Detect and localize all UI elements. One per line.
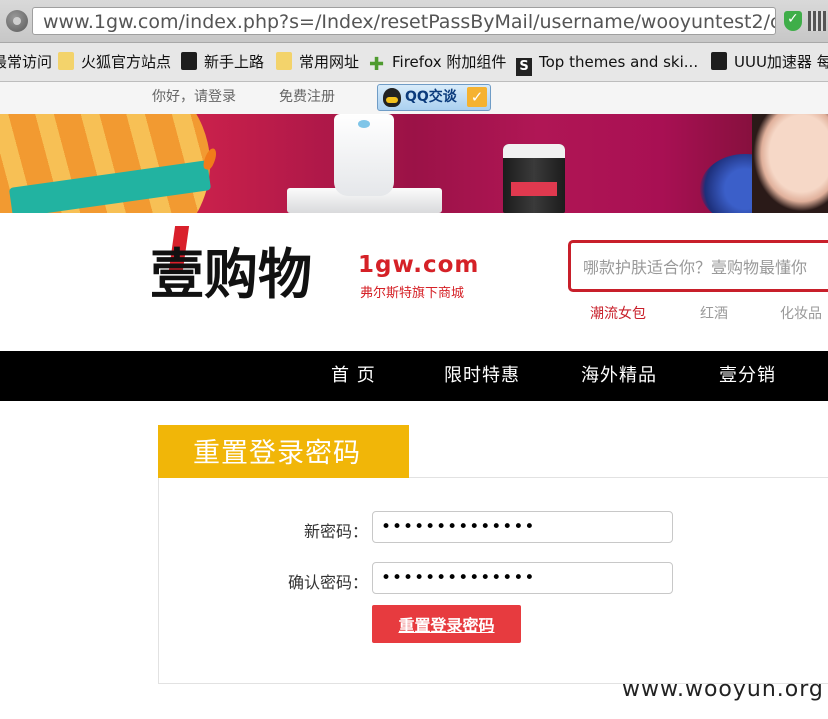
bookmark-label: Top themes and ski...	[539, 53, 699, 71]
form-title: 重置登录密码	[158, 425, 409, 478]
puzzle-icon: ✚	[369, 54, 385, 75]
nav-home[interactable]: 首 页	[331, 351, 376, 401]
new-password-label: 新密码：	[303, 522, 368, 541]
nav-flash-sale[interactable]: 限时特惠	[444, 351, 520, 401]
bookmark-common-sites[interactable]: 常用网址	[276, 43, 359, 81]
qq-penguin-icon	[383, 88, 401, 107]
bookmark-most-visited[interactable]: 最常访问	[0, 43, 52, 81]
folder-icon	[276, 52, 292, 70]
watermark: www.wooyun.org	[622, 677, 824, 702]
qq-chat-label: QQ交谈	[405, 89, 457, 105]
bookmark-label: 新手上路	[204, 53, 265, 71]
search-box	[568, 240, 828, 292]
bookmark-firefox-addons[interactable]: ✚ Firefox 附加组件	[369, 43, 506, 81]
reset-password-button[interactable]: 重置登录密码	[372, 605, 521, 643]
bookmark-label: 火狐官方站点	[81, 53, 172, 71]
bookmark-firefox-site[interactable]: 火狐官方站点	[58, 43, 171, 81]
hot-tag-cosmetics[interactable]: 化妆品	[780, 303, 822, 323]
product-jar-image	[503, 144, 565, 213]
bookmark-uuu[interactable]: UUU加速器 每	[711, 43, 828, 81]
new-password-field[interactable]	[372, 511, 673, 543]
confirm-password-label: 确认密码：	[287, 573, 368, 592]
login-link[interactable]: 你好，请登录	[152, 82, 236, 112]
site-topbar: 你好，请登录 免费注册 QQ交谈 ✓	[0, 82, 828, 115]
address-bar[interactable]: www.1gw.com/index.php?s=/Index/resetPass…	[32, 7, 776, 35]
logo-text: 壹购物	[150, 242, 312, 306]
confirm-password-field[interactable]	[372, 562, 673, 594]
bookmark-getting-started[interactable]: 新手上路	[181, 43, 264, 81]
page-icon	[711, 52, 727, 70]
bookmark-label: Firefox 附加组件	[392, 53, 507, 71]
hot-tag-bags[interactable]: 潮流女包	[590, 303, 646, 323]
hot-tag-wine[interactable]: 红酒	[700, 303, 728, 323]
qr-code-icon[interactable]	[808, 11, 826, 31]
s-icon: S	[516, 58, 532, 76]
bookmark-label: UUU加速器 每	[734, 53, 828, 71]
logo-tagline: 弗尔斯特旗下商城	[360, 286, 465, 301]
browser-toolbar: www.1gw.com/index.php?s=/Index/resetPass…	[0, 0, 828, 43]
search-input[interactable]	[581, 253, 828, 281]
page-icon	[181, 52, 197, 70]
product-device-image	[334, 114, 394, 196]
globe-icon	[6, 10, 28, 32]
bookmark-label: 常用网址	[299, 53, 360, 71]
bookmarks-bar: 最常访问 火狐官方站点 新手上路 常用网址 ✚ Firefox 附加组件 S Top…	[0, 43, 828, 82]
check-icon: ✓	[467, 87, 487, 107]
promo-banner[interactable]	[0, 114, 828, 213]
logo-domain: 1gw.com	[358, 252, 480, 278]
main-nav: 首 页 限时特惠 海外精品 壹分销	[0, 351, 828, 401]
register-link[interactable]: 免费注册	[279, 82, 335, 112]
bookmark-top-themes[interactable]: S Top themes and ski...	[516, 43, 698, 81]
bookmark-label: 最常访问	[0, 53, 53, 71]
nav-overseas[interactable]: 海外精品	[581, 351, 657, 401]
nav-distribution[interactable]: 壹分销	[719, 351, 776, 401]
model-image	[752, 114, 828, 213]
folder-icon	[58, 52, 74, 70]
qq-chat-button[interactable]: QQ交谈 ✓	[377, 84, 491, 111]
shield-icon[interactable]	[784, 11, 802, 31]
